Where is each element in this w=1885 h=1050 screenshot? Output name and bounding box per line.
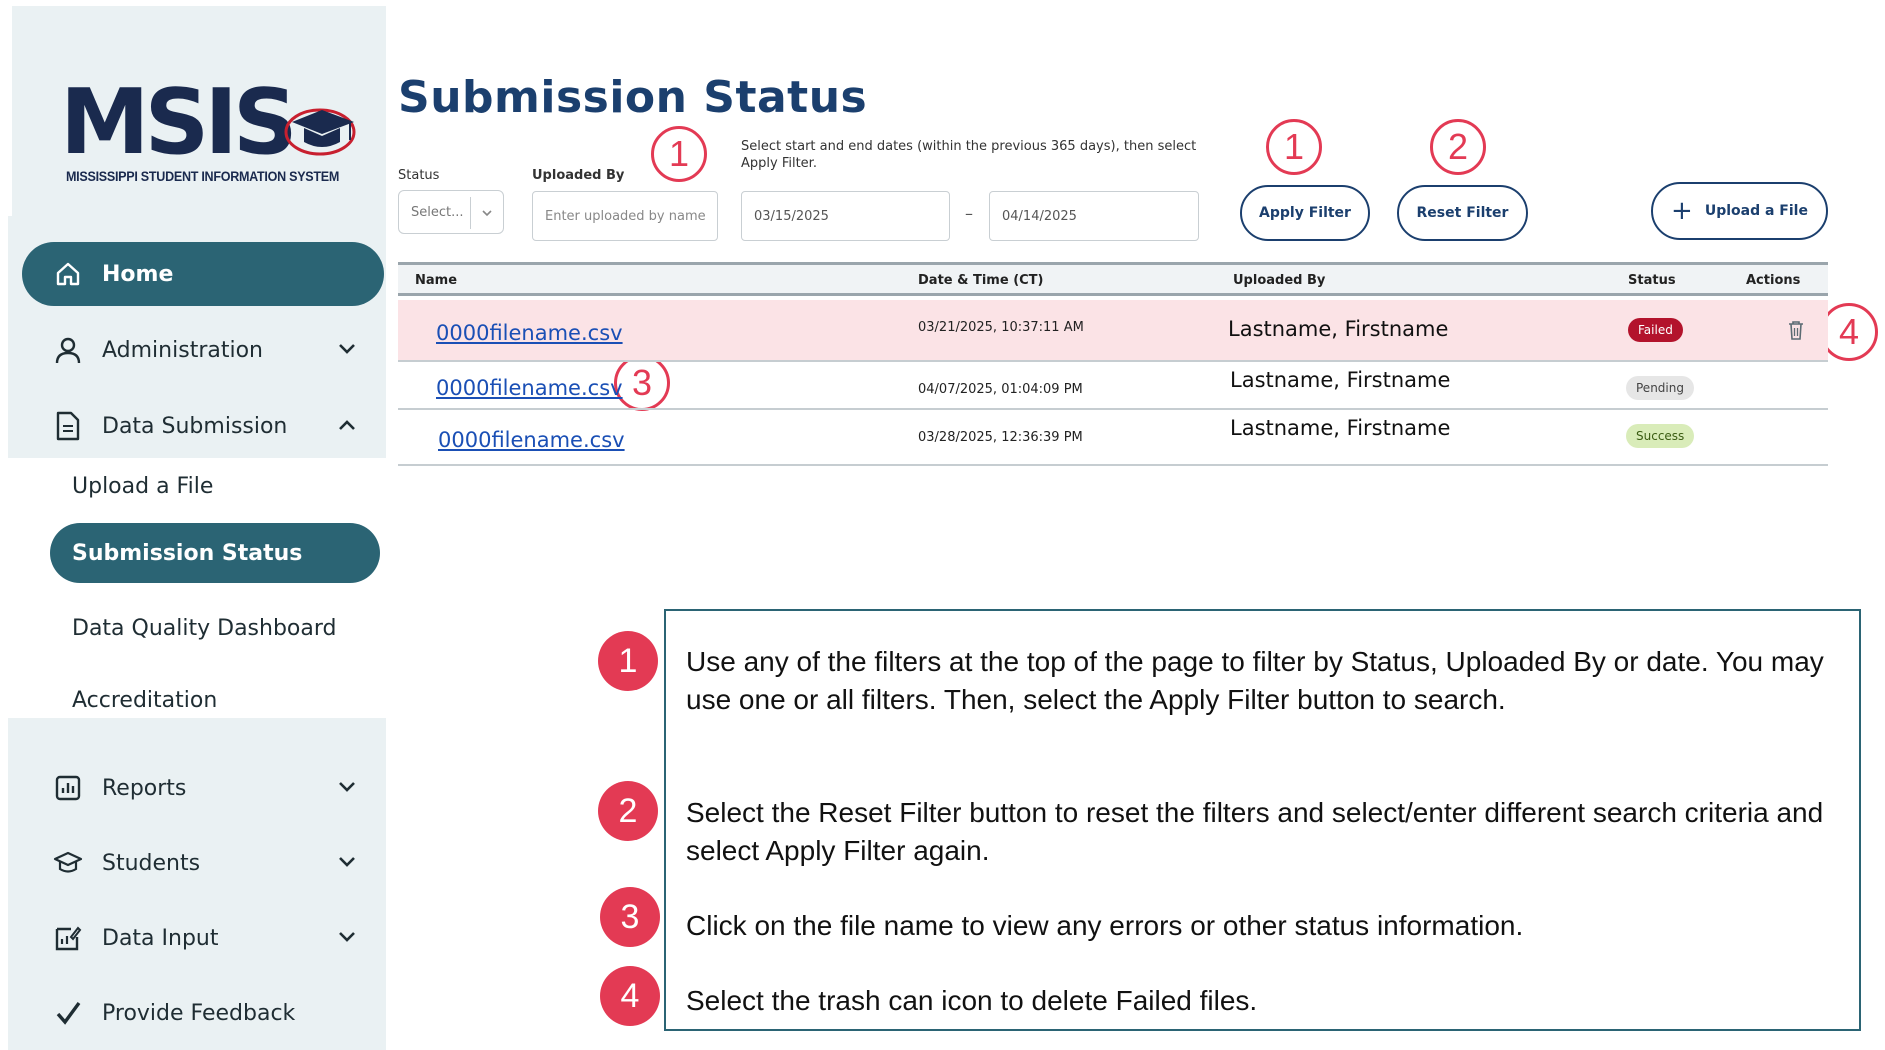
trash-icon[interactable] — [1787, 319, 1805, 341]
plus-icon: + — [1671, 196, 1693, 226]
checkmark-icon — [52, 997, 84, 1029]
nav-home-label: Home — [102, 261, 174, 287]
row-uploaded-by: Lastname, Firstname — [1230, 368, 1451, 392]
nav-provide-feedback[interactable]: Provide Feedback — [22, 983, 382, 1043]
apply-filter-label: Apply Filter — [1259, 205, 1351, 221]
msis-logo: MSIS MISSISSIPPI STUDENT INFORMATION SYS… — [60, 78, 370, 188]
file-name-link[interactable]: 0000filename.csv — [436, 376, 623, 400]
table-row: 0000filename.csv 03/21/2025, 10:37:11 AM… — [398, 300, 1828, 362]
col-name: Name — [415, 273, 458, 288]
status-badge: Failed — [1628, 318, 1683, 342]
graduation-cap-icon — [52, 847, 84, 879]
nav-data-quality-dashboard[interactable]: Data Quality Dashboard — [72, 616, 336, 641]
table-header: Name Date & Time (CT) Uploaded By Status… — [398, 262, 1828, 296]
apply-filter-button[interactable]: Apply Filter — [1240, 185, 1370, 241]
row-uploaded-by: Lastname, Firstname — [1228, 317, 1449, 341]
reset-filter-button[interactable]: Reset Filter — [1397, 185, 1528, 241]
instruction-1-number: 1 — [598, 631, 658, 691]
nav-submission-status[interactable]: Submission Status — [50, 523, 380, 583]
start-date-input[interactable]: 03/15/2025 — [741, 191, 950, 241]
row-datetime: 03/21/2025, 10:37:11 AM — [918, 320, 1084, 335]
callout-2-reset: 2 — [1430, 119, 1486, 175]
chevron-down-icon — [339, 932, 355, 942]
edit-chart-icon — [52, 922, 84, 954]
nav-reports-label: Reports — [102, 775, 187, 801]
instructions-box: Use any of the filters at the top of the… — [664, 609, 1861, 1031]
nav-reports[interactable]: Reports — [22, 758, 382, 818]
uploaded-by-filter-label: Uploaded By — [532, 168, 625, 183]
nav-data-submission[interactable]: Data Submission — [22, 396, 382, 456]
sidebar-edge — [8, 6, 12, 216]
col-uploaded-by: Uploaded By — [1233, 273, 1326, 288]
status-filter-label: Status — [398, 168, 440, 183]
uploaded-by-placeholder: Enter uploaded by name — [545, 208, 706, 224]
row-datetime: 04/07/2025, 01:04:09 PM — [918, 382, 1083, 397]
row-datetime: 03/28/2025, 12:36:39 PM — [918, 430, 1083, 445]
nav-administration-label: Administration — [102, 337, 263, 363]
status-badge: Pending — [1626, 376, 1694, 400]
file-name-link[interactable]: 0000filename.csv — [436, 321, 623, 345]
home-icon — [52, 258, 84, 290]
bar-chart-icon — [52, 772, 84, 804]
chevron-down-icon — [339, 344, 355, 354]
col-status: Status — [1628, 273, 1676, 288]
file-name-link[interactable]: 0000filename.csv — [438, 428, 625, 452]
nav-data-submission-label: Data Submission — [102, 413, 288, 439]
logo-text: MSIS — [60, 70, 298, 175]
instruction-4-number: 4 — [600, 966, 660, 1026]
upload-file-button[interactable]: + Upload a File — [1651, 182, 1828, 240]
instruction-3-number: 3 — [600, 887, 660, 947]
end-date-input[interactable]: 04/14/2025 — [989, 191, 1199, 241]
instruction-3-text: Click on the file name to view any error… — [686, 910, 1524, 941]
callout-1-apply: 1 — [1266, 119, 1322, 175]
chevron-down-icon — [339, 857, 355, 867]
status-badge: Success — [1626, 424, 1695, 448]
nav-data-input-label: Data Input — [102, 925, 219, 951]
status-select[interactable]: Select... — [398, 190, 504, 234]
uploaded-by-input[interactable]: Enter uploaded by name — [532, 191, 718, 241]
table-row: 0000filename.csv 03/28/2025, 12:36:39 PM… — [398, 410, 1828, 466]
callout-1-filters: 1 — [651, 126, 707, 182]
instruction-1-text: Use any of the filters at the top of the… — [686, 646, 1824, 715]
nav-administration[interactable]: Administration — [22, 320, 382, 380]
chevron-up-icon — [339, 420, 355, 430]
instruction-2-text: Select the Reset Filter button to reset … — [686, 797, 1824, 866]
row-uploaded-by: Lastname, Firstname — [1230, 416, 1451, 440]
upload-file-label: Upload a File — [1704, 203, 1808, 219]
nav-data-input[interactable]: Data Input — [22, 908, 382, 968]
start-date-value: 03/15/2025 — [754, 208, 829, 224]
end-date-value: 04/14/2025 — [1002, 208, 1077, 224]
chevron-down-icon — [339, 782, 355, 792]
callout-4-trash: 4 — [1820, 303, 1878, 361]
page-title: Submission Status — [398, 72, 868, 123]
status-select-value: Select... — [411, 204, 464, 220]
logo-subtitle: MISSISSIPPI STUDENT INFORMATION SYSTEM — [66, 169, 340, 184]
col-datetime: Date & Time (CT) — [918, 273, 1044, 288]
nav-students-label: Students — [102, 850, 201, 876]
user-icon — [52, 334, 84, 366]
document-icon — [52, 410, 84, 442]
table-row: 0000filename.csv 04/07/2025, 01:04:09 PM… — [398, 362, 1828, 410]
nav-provide-feedback-label: Provide Feedback — [102, 1000, 296, 1026]
nav-accreditation[interactable]: Accreditation — [72, 688, 217, 713]
instruction-4-text: Select the trash can icon to delete Fail… — [686, 985, 1258, 1016]
date-separator: – — [965, 204, 973, 223]
chevron-down-icon — [470, 197, 503, 229]
nav-upload-file[interactable]: Upload a File — [72, 474, 213, 499]
instruction-2-number: 2 — [598, 781, 658, 841]
nav-students[interactable]: Students — [22, 833, 382, 893]
col-actions: Actions — [1746, 273, 1801, 288]
date-range-hint: Select start and end dates (within the p… — [741, 139, 1197, 171]
graduation-cap-icon — [284, 108, 356, 156]
nav-home[interactable]: Home — [22, 242, 384, 306]
reset-filter-label: Reset Filter — [1416, 205, 1509, 221]
